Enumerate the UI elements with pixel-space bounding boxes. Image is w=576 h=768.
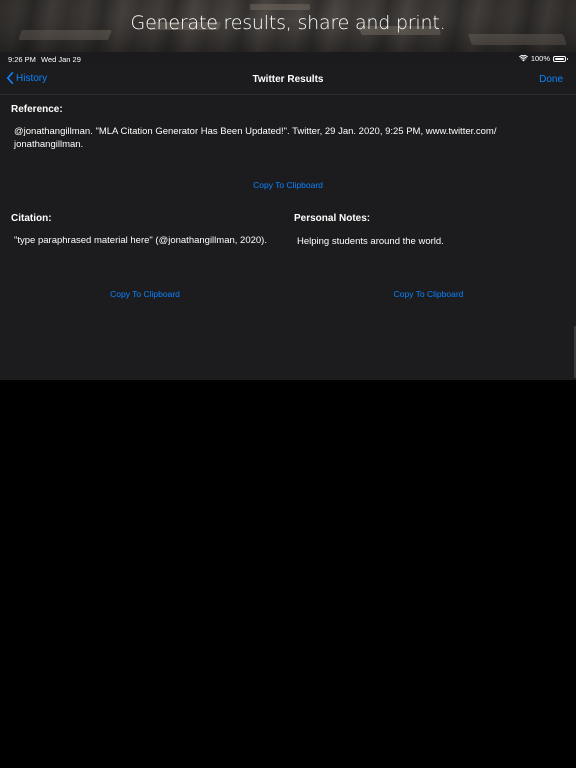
status-time: 9:26 PM bbox=[8, 55, 36, 64]
status-indicators: 100% bbox=[518, 54, 568, 63]
personal-notes-heading: Personal Notes: bbox=[294, 213, 371, 224]
reference-text-line-1: @jonathangillman. "MLA Citation Generato… bbox=[14, 126, 497, 137]
promo-headline: Generate results, share and print. bbox=[130, 12, 446, 34]
status-bar: 9:26 PM Wed Jan 29 100% bbox=[0, 52, 576, 66]
done-button[interactable]: Done bbox=[539, 74, 563, 85]
reference-heading: Reference: bbox=[11, 104, 63, 115]
battery-fill bbox=[555, 57, 564, 60]
navigation-bar: History Twitter Results Done bbox=[0, 66, 576, 95]
citation-heading: Citation: bbox=[11, 213, 52, 224]
citation-text: "type paraphrased material here" (@jonat… bbox=[14, 235, 267, 246]
battery-tip bbox=[566, 57, 568, 60]
battery-icon bbox=[553, 55, 568, 62]
page-title: Twitter Results bbox=[252, 74, 324, 85]
personal-notes-text: Helping students around the world. bbox=[297, 236, 444, 247]
promo-banner: Generate results, share and print. bbox=[0, 0, 576, 52]
reference-text-line-2: jonathangillman. bbox=[14, 138, 84, 150]
copy-citation-button[interactable]: Copy To Clipboard bbox=[0, 289, 290, 299]
copy-notes-button[interactable]: Copy To Clipboard bbox=[286, 289, 571, 299]
device-screen: 9:26 PM Wed Jan 29 100% History Twitter … bbox=[0, 52, 576, 380]
wifi-icon bbox=[518, 55, 528, 62]
copy-reference-button[interactable]: Copy To Clipboard bbox=[0, 180, 576, 190]
status-date: Wed Jan 29 bbox=[41, 55, 81, 64]
reference-text: @jonathangillman. "MLA Citation Generato… bbox=[14, 126, 554, 151]
battery-percent: 100% bbox=[530, 54, 550, 63]
